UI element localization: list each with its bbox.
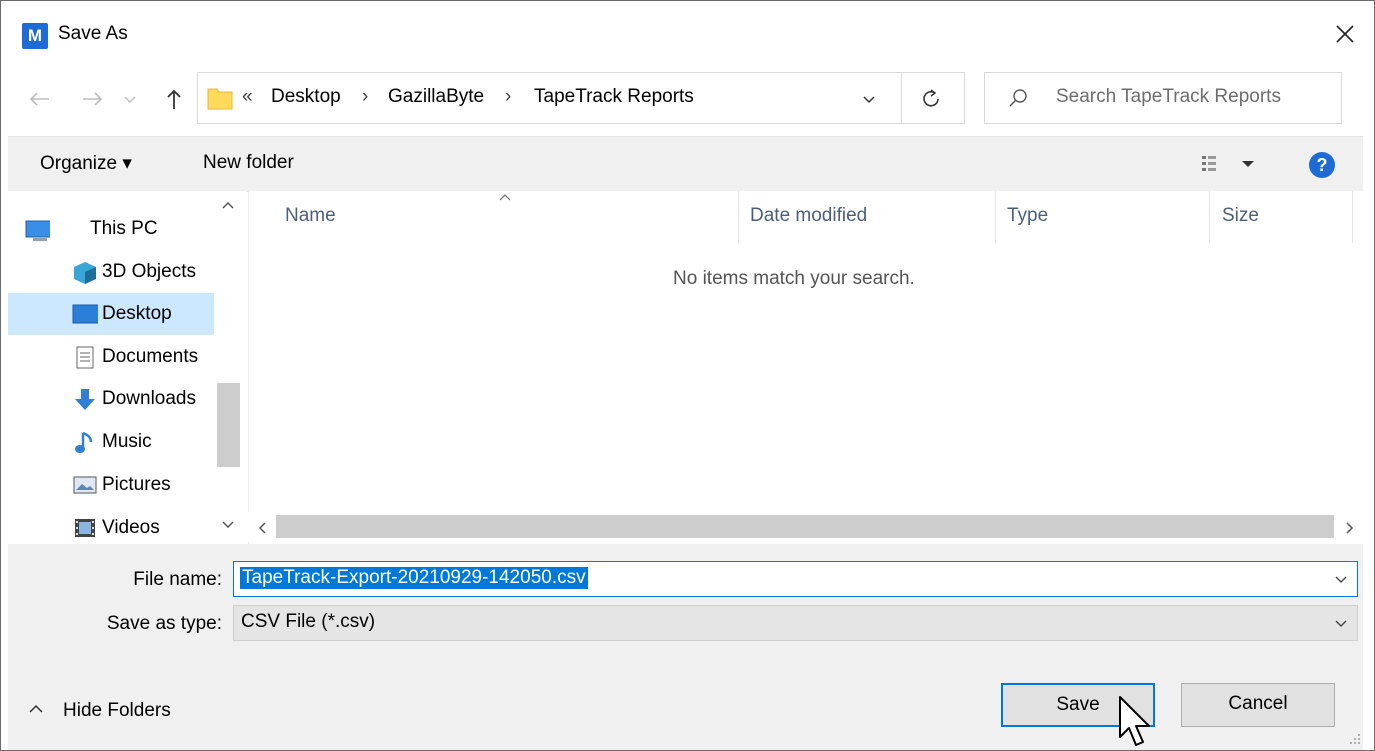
chevron-up-icon (29, 704, 43, 713)
search-icon (1009, 89, 1027, 107)
nav-item-videos[interactable]: Videos (8, 507, 215, 549)
chevron-down-icon[interactable] (1332, 572, 1350, 588)
nav-label: Videos (102, 517, 160, 538)
file-list[interactable]: Name Date modified Type Size No items ma… (248, 191, 1364, 544)
mouse-cursor-icon (1119, 696, 1150, 746)
save-as-type-value: CSV File (*.csv) (241, 611, 376, 632)
column-header-date-modified[interactable]: Date modified (750, 205, 867, 227)
column-divider[interactable] (738, 191, 739, 243)
scroll-up-icon[interactable] (220, 199, 236, 211)
scroll-down-icon[interactable] (220, 519, 236, 531)
command-bar: Organize ▾ New folder ? (8, 136, 1363, 192)
horizontal-scrollbar[interactable] (248, 512, 1363, 542)
refresh-icon[interactable] (920, 87, 942, 109)
nav-label: Desktop (102, 303, 172, 324)
desktop-icon (72, 304, 98, 324)
file-name-label: File name: (133, 569, 222, 590)
nav-label: Documents (102, 346, 199, 367)
close-icon (1336, 25, 1354, 43)
breadcrumb-tapetrack-reports[interactable]: TapeTrack Reports (534, 86, 694, 108)
svg-text:?: ? (1317, 155, 1328, 175)
window-title: Save As (58, 23, 128, 44)
title-bar[interactable] (0, 0, 1375, 70)
divider (901, 73, 902, 123)
back-button[interactable] (22, 82, 56, 116)
search-box[interactable]: Search TapeTrack Reports (984, 72, 1342, 124)
breadcrumb-separator-icon[interactable]: › (505, 86, 511, 108)
scroll-right-icon[interactable] (1344, 520, 1356, 536)
scrollbar-thumb[interactable] (276, 515, 1334, 538)
column-header-size[interactable]: Size (1222, 205, 1259, 227)
navigation-pane[interactable]: This PC 3D Objects Desktop Documents Dow… (8, 191, 246, 544)
nav-label: This PC (90, 218, 158, 239)
column-divider[interactable] (1352, 191, 1353, 243)
nav-label: Pictures (102, 474, 171, 495)
search-placeholder[interactable]: Search TapeTrack Reports (1056, 86, 1281, 108)
nav-item-this-pc[interactable]: This PC (8, 208, 215, 250)
organize-button[interactable]: Organize ▾ (40, 152, 132, 175)
sort-ascending-icon (499, 194, 511, 201)
videos-icon (75, 519, 95, 537)
nav-item-music[interactable]: Music (8, 421, 215, 463)
address-bar[interactable]: « Desktop › GazillaByte › TapeTrack Repo… (197, 72, 965, 124)
nav-item-documents[interactable]: Documents (8, 336, 215, 378)
app-icon: M (22, 23, 48, 49)
nav-item-3d-objects[interactable]: 3D Objects (8, 251, 215, 293)
breadcrumb-separator-icon[interactable]: › (362, 86, 368, 108)
column-header-type[interactable]: Type (1007, 205, 1048, 227)
forward-button[interactable] (76, 82, 110, 116)
scrollbar-thumb[interactable] (217, 383, 240, 467)
column-header-name[interactable]: Name (285, 205, 336, 227)
back-arrow-icon (29, 92, 49, 106)
empty-message: No items match your search. (673, 268, 915, 289)
this-pc-icon (25, 220, 50, 241)
forward-arrow-icon (83, 92, 103, 106)
nav-item-pictures[interactable]: Pictures (8, 464, 215, 506)
nav-vertical-scrollbar[interactable] (214, 191, 243, 542)
pictures-icon (73, 476, 97, 494)
breadcrumb-gazillabyte[interactable]: GazillaByte (388, 86, 484, 108)
address-dropdown-icon[interactable] (860, 90, 878, 108)
up-arrow-icon (167, 89, 181, 109)
save-as-type-dropdown[interactable]: CSV File (*.csv) (233, 605, 1358, 641)
save-as-type-label: Save as type: (106, 613, 222, 634)
downloads-icon (75, 389, 95, 410)
documents-icon (76, 346, 94, 369)
new-folder-button[interactable]: New folder (203, 152, 294, 174)
close-button[interactable] (1327, 18, 1363, 50)
nav-label: Music (102, 431, 152, 452)
hide-folders-label: Hide Folders (63, 700, 171, 721)
music-icon (75, 431, 93, 453)
nav-item-desktop[interactable]: Desktop (8, 293, 215, 335)
nav-item-downloads[interactable]: Downloads (8, 378, 215, 420)
breadcrumb-overflow[interactable]: « (242, 86, 253, 108)
up-button[interactable] (157, 82, 191, 116)
cancel-button[interactable]: Cancel (1181, 683, 1335, 727)
breadcrumb-desktop[interactable]: Desktop (271, 86, 341, 108)
column-divider[interactable] (995, 191, 996, 243)
file-name-field[interactable]: TapeTrack-Export-20210929-142050.csv (233, 561, 1358, 597)
view-options-icon[interactable] (1200, 153, 1254, 175)
nav-label: Downloads (102, 388, 196, 409)
recent-locations-button[interactable] (120, 82, 140, 116)
scroll-left-icon[interactable] (256, 520, 268, 536)
help-icon[interactable]: ? (1308, 151, 1336, 179)
folder-icon (207, 88, 233, 110)
chevron-down-icon (1335, 620, 1347, 627)
chevron-down-icon (124, 96, 136, 103)
3d-objects-icon (74, 262, 96, 284)
nav-label: 3D Objects (102, 261, 196, 282)
resize-grip-icon[interactable] (1348, 732, 1362, 746)
column-divider[interactable] (1209, 191, 1210, 243)
file-name-value[interactable]: TapeTrack-Export-20210929-142050.csv (240, 567, 588, 589)
